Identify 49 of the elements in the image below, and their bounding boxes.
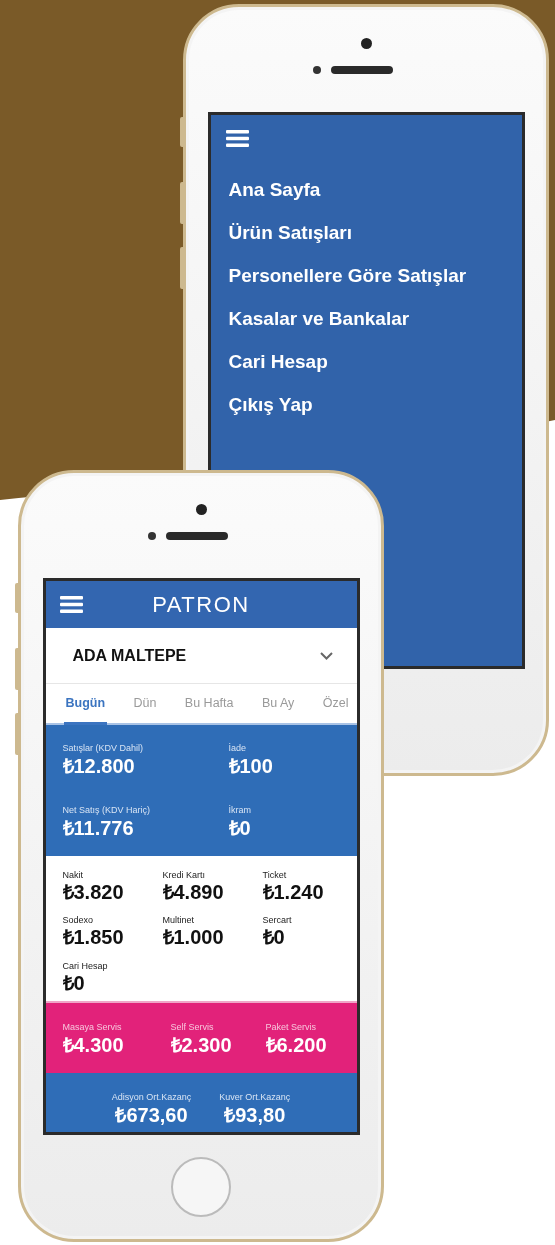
stat-value: ₺93,80 [224,1103,286,1127]
chevron-down-icon [319,651,333,660]
menu-icon[interactable] [225,130,249,147]
branch-dropdown[interactable]: ADA MALTEPE [45,628,357,684]
stat-value: ₺12.800 [62,754,136,778]
stat-value: ₺6.200 [265,1033,328,1057]
stat-value: ₺0 [228,816,252,840]
menu-item[interactable]: Personellere Göre Satışlar [228,264,522,288]
stat-value: ₺100 [228,754,274,778]
menu-item[interactable]: Ürün Satışları [228,221,522,245]
stat-value: ₺0 [262,926,286,950]
sensor-icon [313,66,321,74]
stat-label: Self Servis [170,1021,215,1033]
stat-label: Cari Hesap [62,959,109,972]
stat-label: Adisyon Ort.Kazanç [111,1091,192,1103]
stat-label: Net Satış (KDV Hariç) [62,804,152,816]
stat-value: ₺11.776 [62,816,135,840]
app-title: PATRON [151,591,251,618]
stat-value: ₺4.890 [162,881,225,904]
speaker-icon [166,532,228,540]
stat-label: Kredi Kartı [162,869,207,881]
stat-label: Masaya Servis [62,1021,123,1033]
stat-label: Nakit [62,869,84,881]
stat-value: ₺4.300 [62,1033,125,1057]
stat-label: İade [228,742,248,754]
stat-value: ₺0 [62,971,86,995]
camera-icon [360,38,372,49]
stat-value: ₺3.820 [62,881,125,904]
stat-value: ₺1.240 [262,881,325,904]
menu-item[interactable]: Ana Sayfa [228,178,522,202]
stat-label: Paket Servis [265,1021,318,1033]
menu-item[interactable]: Çıkış Yap [228,393,522,417]
stat-label: Kuver Ort.Kazanç [219,1091,291,1103]
menu-icon[interactable] [59,596,83,613]
speaker-icon [331,66,393,74]
stat-label: Ticket [262,869,288,881]
stat-label: Sercart [262,914,293,927]
camera-icon [195,504,207,515]
stat-value: ₺2.300 [170,1033,233,1057]
stat-label: Satışlar (KDV Dahil) [62,742,145,754]
stat-value: ₺1.850 [62,926,125,950]
stat-value: ₺1.000 [162,926,225,950]
stat-label: İkram [228,804,252,816]
stat-label: Multinet [162,914,195,927]
menu-item[interactable]: Cari Hesap [228,350,522,374]
stat-label: Sodexo [62,914,95,927]
stat-value: ₺673,60 [115,1103,188,1127]
sensor-icon [148,532,156,540]
menu-item[interactable]: Kasalar ve Bankalar [228,307,522,331]
